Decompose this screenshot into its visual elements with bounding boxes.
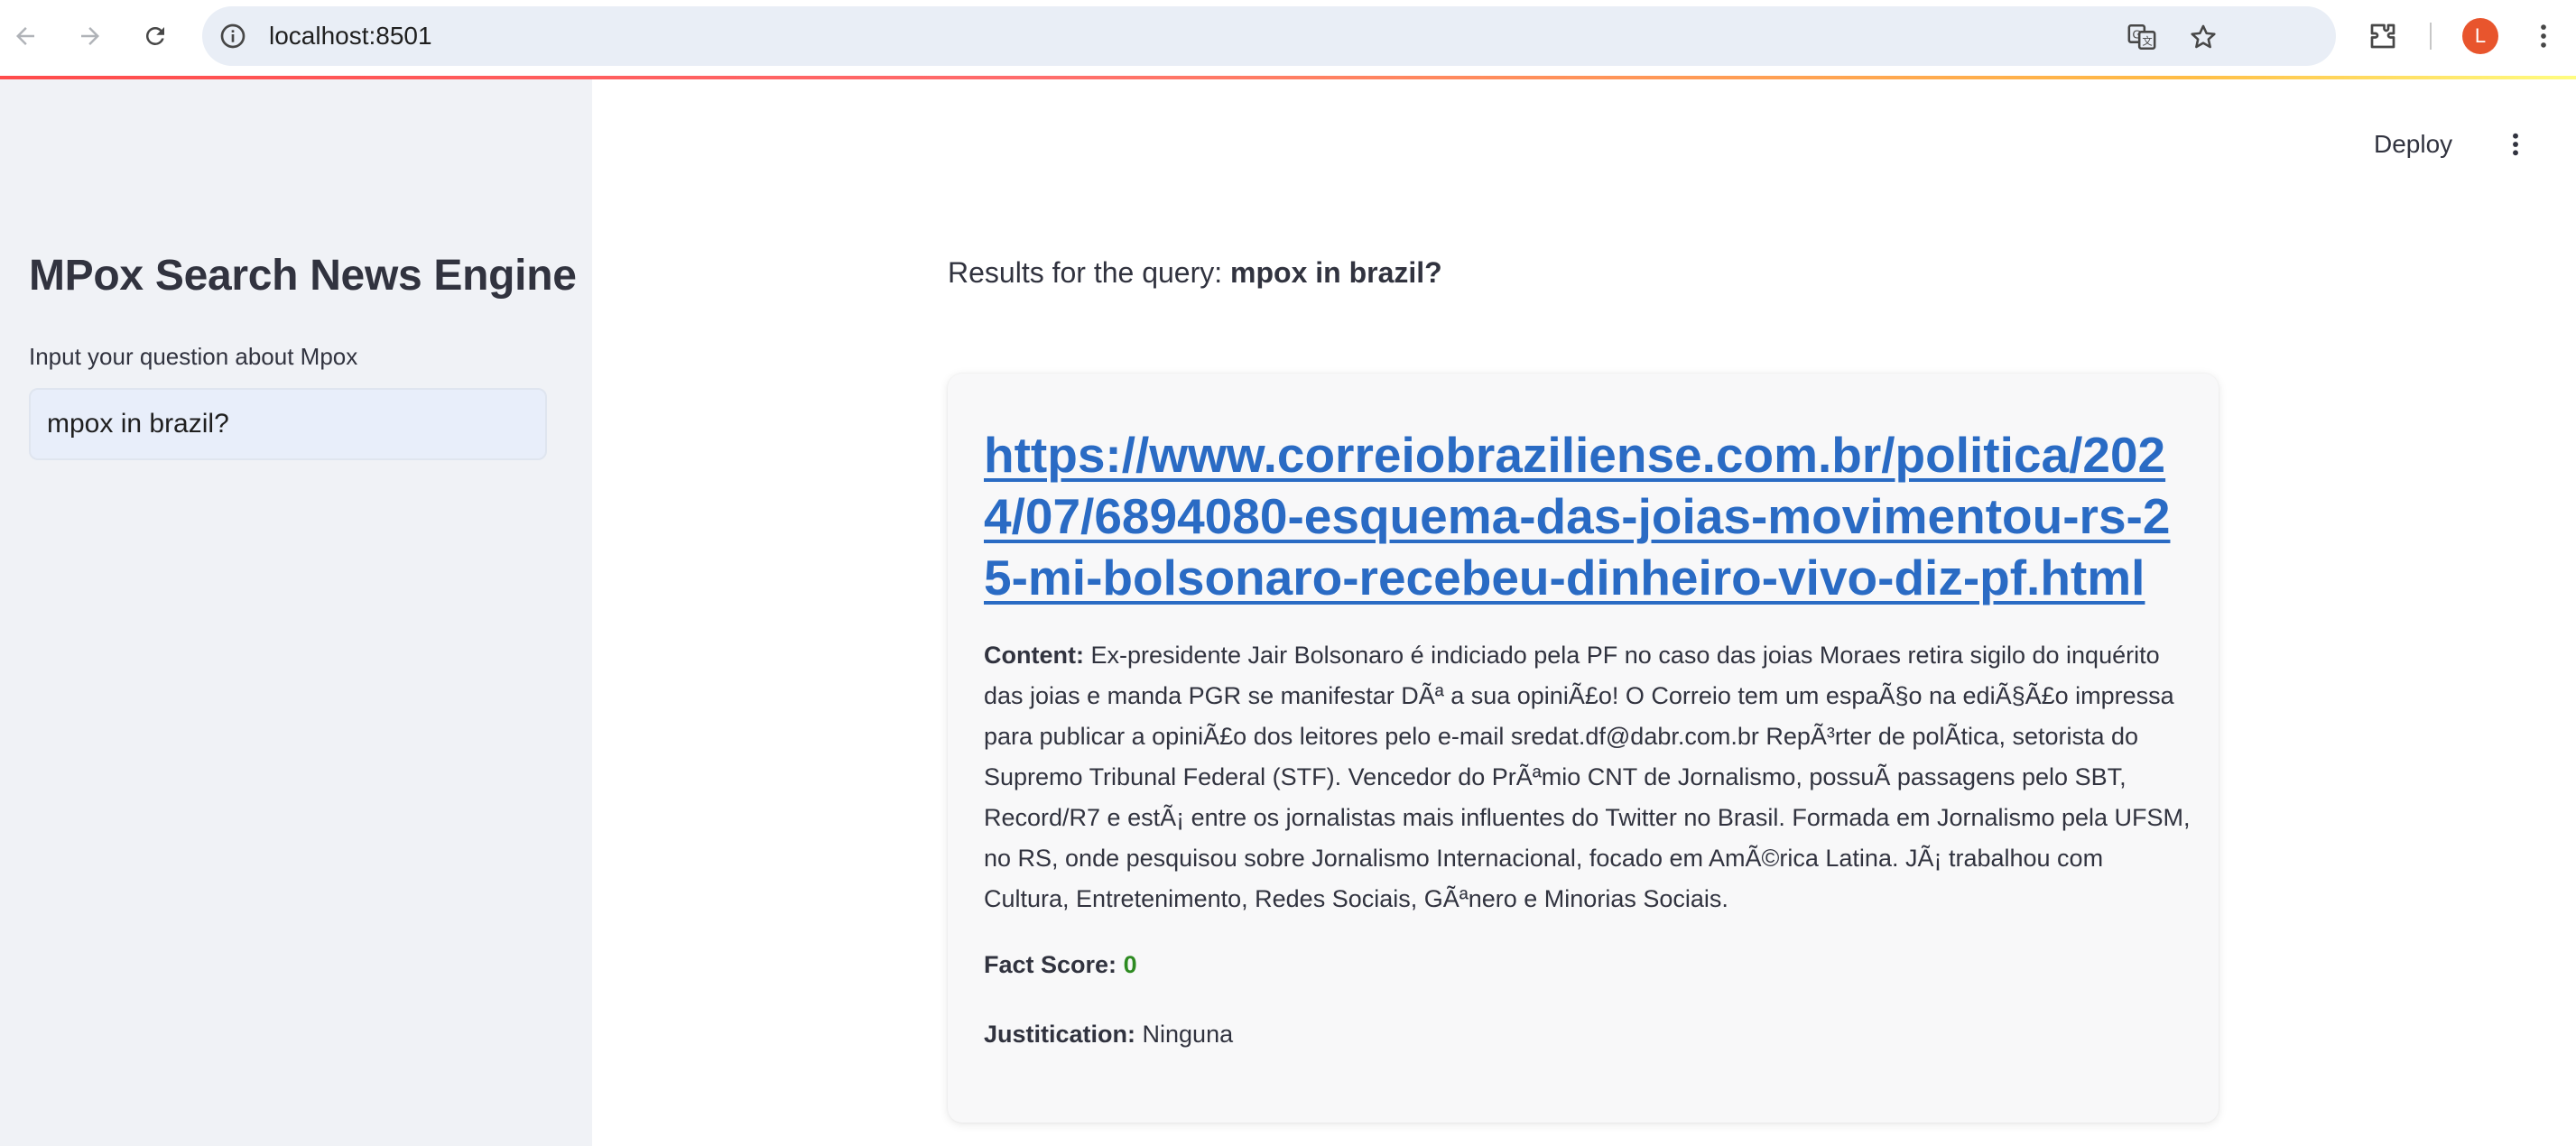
question-input-label: Input your question about Mpox <box>29 343 358 370</box>
fact-score-label: Fact Score: <box>984 951 1117 978</box>
question-input[interactable] <box>29 388 547 460</box>
deploy-button[interactable]: Deploy <box>2374 123 2452 166</box>
result-url-link[interactable]: https://www.correiobraziliense.com.br/po… <box>984 424 2193 608</box>
svg-text:文: 文 <box>2142 35 2152 48</box>
app-menu-icon <box>2513 133 2518 156</box>
result-content: Content: Ex-presidente Jair Bolsonaro é … <box>984 635 2193 920</box>
sidebar: MPox Search News Engine Input your quest… <box>0 79 592 1146</box>
app-menu-button[interactable] <box>2500 125 2531 164</box>
toolbar-divider <box>2430 23 2432 50</box>
result-card: https://www.correiobraziliense.com.br/po… <box>948 374 2219 1123</box>
justification-value: Ninguna <box>1135 1021 1234 1048</box>
extensions-icon <box>2370 23 2395 49</box>
reload-button[interactable] <box>135 16 175 56</box>
back-arrow-icon <box>16 27 34 45</box>
profile-avatar[interactable]: L <box>2462 18 2498 54</box>
bookmark-button[interactable] <box>2188 22 2219 52</box>
fact-score-line: Fact Score: 0 <box>984 951 1137 979</box>
back-button[interactable] <box>5 16 45 56</box>
content-text: Ex-presidente Jair Bolsonaro é indiciado… <box>984 642 2191 912</box>
browser-toolbar: localhost:8501 G 文 L <box>0 0 2576 76</box>
extensions-button[interactable] <box>2365 18 2401 54</box>
url-text[interactable]: localhost:8501 <box>269 6 432 66</box>
bookmark-star-icon <box>2191 24 2216 49</box>
forward-arrow-icon <box>81 27 99 45</box>
translate-icon: G 文 <box>2127 23 2156 51</box>
chrome-menu-button[interactable] <box>2525 18 2562 54</box>
forward-button[interactable] <box>70 16 110 56</box>
site-info-icon[interactable] <box>218 22 247 51</box>
query-summary: Results for the query: mpox in brazil? <box>948 256 1442 290</box>
query-prefix: Results for the query: <box>948 256 1231 289</box>
content-label: Content: <box>984 642 1084 669</box>
sidebar-title: MPox Search News Engine <box>29 252 577 300</box>
translate-button[interactable]: G 文 <box>2127 22 2157 52</box>
chrome-menu-icon <box>2541 24 2546 48</box>
query-text: mpox in brazil? <box>1230 256 1442 289</box>
justification-line: Justitication: Ninguna <box>984 1021 1233 1049</box>
fact-score-value: 0 <box>1123 951 1137 978</box>
reload-icon <box>145 26 164 45</box>
address-bar[interactable]: localhost:8501 G 文 <box>202 6 2336 66</box>
justification-label: Justitication: <box>984 1021 1136 1048</box>
